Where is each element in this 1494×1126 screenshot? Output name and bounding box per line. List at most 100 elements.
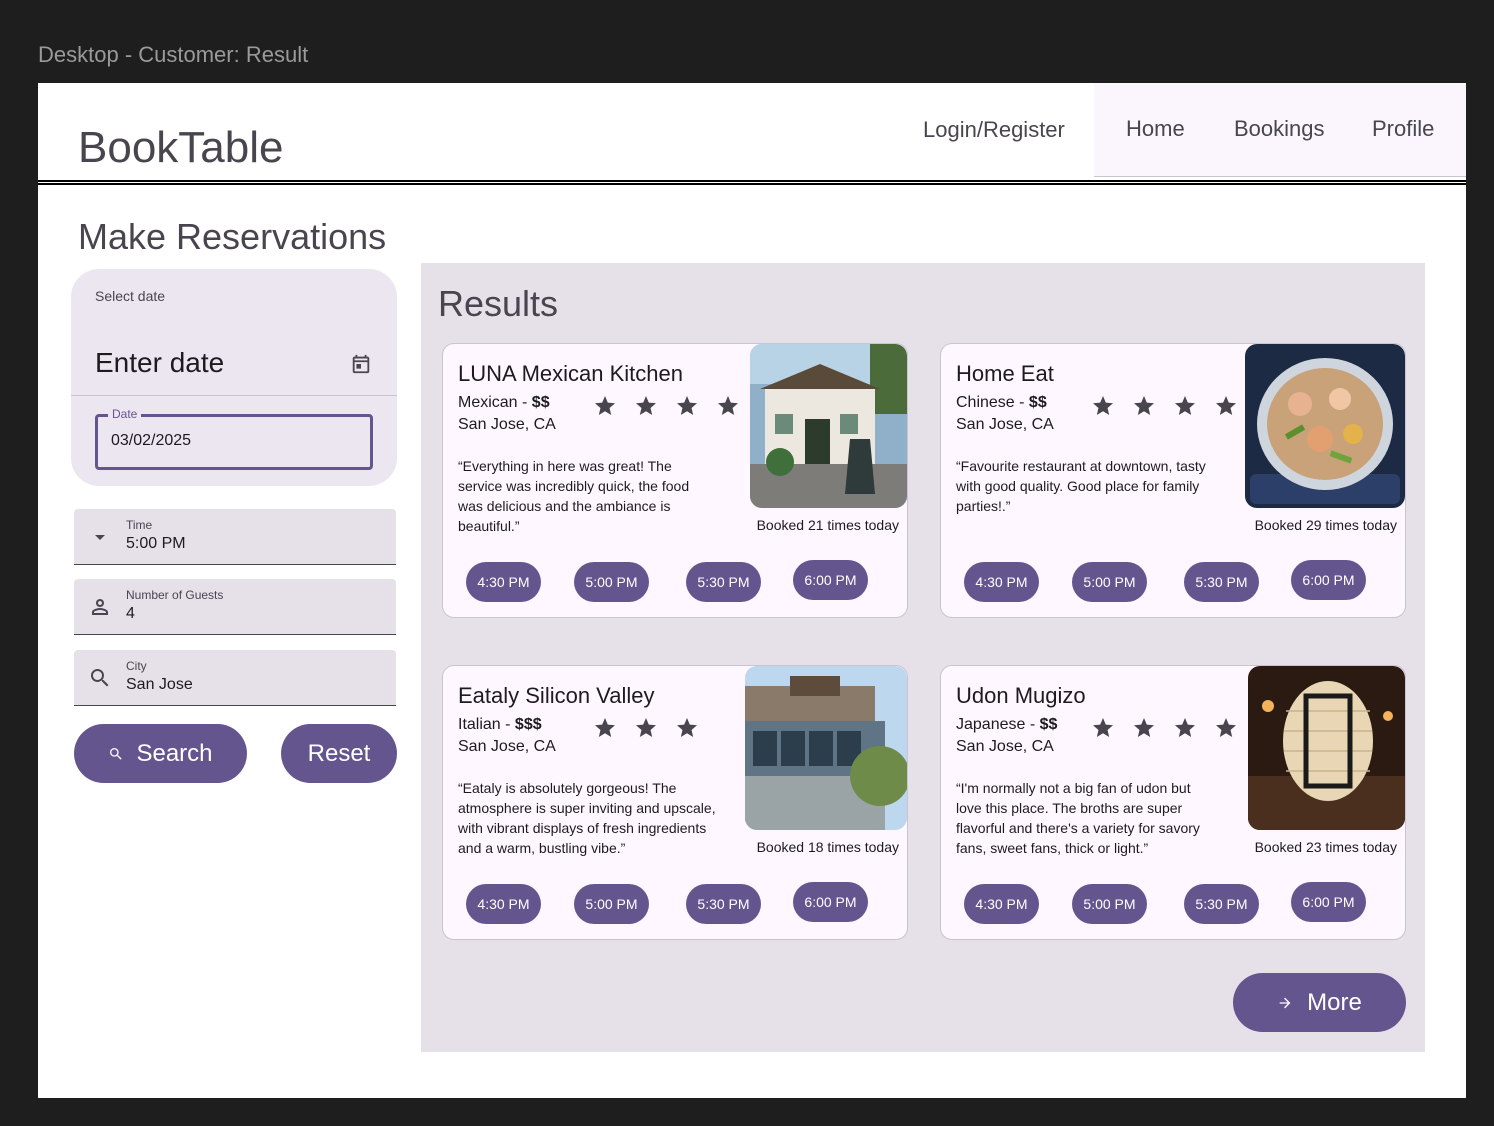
login-register-link[interactable]: Login/Register [923, 117, 1065, 143]
restaurant-photo [1245, 344, 1405, 508]
restaurant-name: Eataly Silicon Valley [458, 683, 655, 708]
header-divider [38, 180, 1466, 185]
more-button-label: More [1307, 988, 1362, 1016]
time-slot-button[interactable]: 6:00 PM [1291, 882, 1366, 922]
star-icon [1134, 718, 1154, 737]
date-input-value: 03/02/2025 [111, 432, 192, 449]
restaurant-photo [745, 666, 907, 830]
time-value: 5:00 PM [126, 535, 186, 552]
star-icon [1175, 396, 1195, 415]
time-slot-button[interactable]: 4:30 PM [466, 884, 541, 924]
guests-value: 4 [126, 605, 135, 622]
guests-label: Number of Guests [126, 588, 224, 602]
star-icon [677, 396, 697, 415]
date-input-label: Date [108, 407, 142, 421]
star-icon [636, 718, 656, 737]
restaurant-card[interactable]: Eataly Silicon Valley Italian - $$$ San … [442, 665, 908, 940]
app-window: BookTable Login/Register Home Bookings P… [38, 83, 1466, 1098]
restaurant-review: “Everything in here was great! The servi… [458, 458, 690, 534]
dropdown-arrow-icon [95, 535, 105, 540]
time-slot-button[interactable]: 5:30 PM [686, 562, 761, 602]
calendar-icon[interactable] [350, 353, 372, 375]
star-icon [1216, 718, 1236, 737]
restaurant-city: San Jose, CA [956, 416, 1054, 433]
date-picker-divider [71, 395, 397, 396]
price-level: $$ [531, 394, 550, 411]
star-icon [636, 396, 656, 415]
price-level: $$$ [514, 716, 542, 733]
booked-count: Booked 21 times today [756, 517, 899, 533]
booked-count: Booked 23 times today [1254, 839, 1397, 855]
time-select[interactable]: Time 5:00 PM [74, 509, 396, 565]
reset-button[interactable]: Reset [281, 724, 397, 783]
time-slot-button[interactable]: 4:30 PM [964, 562, 1039, 602]
star-rating [1091, 394, 1238, 418]
date-input[interactable]: Date 03/02/2025 [95, 407, 373, 470]
guests-field[interactable]: Number of Guests 4 [74, 579, 396, 635]
restaurant-review: “Favourite restaurant at downtown, tasty… [956, 458, 1206, 514]
time-slot-button[interactable]: 6:00 PM [793, 882, 868, 922]
city-label: City [126, 659, 147, 673]
page-title: Make Reservations [78, 216, 387, 257]
nav-profile[interactable]: Profile [1372, 116, 1434, 142]
restaurant-photo [750, 344, 907, 508]
restaurant-name: Home Eat [956, 361, 1054, 386]
star-icon [595, 718, 615, 737]
star-icon [1216, 396, 1236, 415]
restaurant-review: “Eataly is absolutely gorgeous! The atmo… [458, 780, 716, 856]
date-picker-title: Enter date [95, 347, 225, 378]
reset-button-label: Reset [307, 739, 371, 767]
nav-bookings[interactable]: Bookings [1234, 116, 1325, 142]
star-icon [595, 396, 615, 415]
search-icon [91, 669, 109, 687]
nav-bar: Home Bookings Profile [1094, 83, 1466, 177]
restaurant-card[interactable]: Udon Mugizo Japanese - $$ San Jose, CA “… [940, 665, 1406, 940]
time-slot-button[interactable]: 4:30 PM [964, 884, 1039, 924]
restaurant-cuisine: Mexican - $$ [458, 394, 550, 411]
restaurant-photo [1248, 666, 1405, 830]
time-slot-button[interactable]: 5:30 PM [1184, 562, 1259, 602]
star-icon [1134, 396, 1154, 415]
star-icon [1175, 718, 1195, 737]
time-label: Time [126, 518, 153, 532]
restaurant-city: San Jose, CA [458, 738, 556, 755]
star-rating [593, 394, 740, 418]
time-slot-button[interactable]: 5:00 PM [574, 562, 649, 602]
price-level: $$ [1039, 716, 1058, 733]
star-icon [718, 396, 738, 415]
restaurant-city: San Jose, CA [956, 738, 1054, 755]
restaurant-name: Udon Mugizo [956, 683, 1086, 708]
search-button-label: Search [136, 739, 213, 767]
restaurant-cuisine: Italian - $$$ [458, 716, 542, 733]
time-slot-button[interactable]: 5:00 PM [1072, 884, 1147, 924]
booked-count: Booked 29 times today [1254, 517, 1397, 533]
time-slot-button[interactable]: 6:00 PM [793, 560, 868, 600]
restaurant-card[interactable]: Home Eat Chinese - $$ San Jose, CA “Favo… [940, 343, 1406, 618]
results-title: Results [438, 283, 559, 324]
arrow-right-icon [1279, 997, 1291, 1008]
star-rating [593, 716, 699, 740]
frame-label: Desktop - Customer: Result [38, 42, 309, 67]
time-slot-button[interactable]: 4:30 PM [466, 562, 541, 602]
restaurant-card[interactable]: LUNA Mexican Kitchen Mexican - $$ San Jo… [442, 343, 908, 618]
results-panel: Results LUNA Mexican Kitchen Mexican - $… [421, 263, 1425, 1052]
person-icon [92, 599, 108, 615]
restaurant-cuisine: Japanese - $$ [956, 716, 1058, 733]
time-slot-button[interactable]: 5:30 PM [686, 884, 761, 924]
star-icon [1093, 718, 1113, 737]
city-field[interactable]: City San Jose [74, 650, 396, 706]
star-icon [1093, 396, 1113, 415]
time-slot-button[interactable]: 5:00 PM [1072, 562, 1147, 602]
nav-home[interactable]: Home [1126, 116, 1185, 142]
restaurant-city: San Jose, CA [458, 416, 556, 433]
price-level: $$ [1028, 394, 1047, 411]
more-button[interactable]: More [1233, 973, 1406, 1032]
restaurant-name: LUNA Mexican Kitchen [458, 361, 683, 386]
brand-logo[interactable]: BookTable [78, 123, 283, 173]
search-button[interactable]: Search [74, 724, 247, 783]
restaurant-cuisine: Chinese - $$ [956, 394, 1047, 411]
time-slot-button[interactable]: 5:30 PM [1184, 884, 1259, 924]
date-picker-card: Select date Enter date Date 03/02/2025 [71, 269, 397, 486]
time-slot-button[interactable]: 6:00 PM [1291, 560, 1366, 600]
time-slot-button[interactable]: 5:00 PM [574, 884, 649, 924]
